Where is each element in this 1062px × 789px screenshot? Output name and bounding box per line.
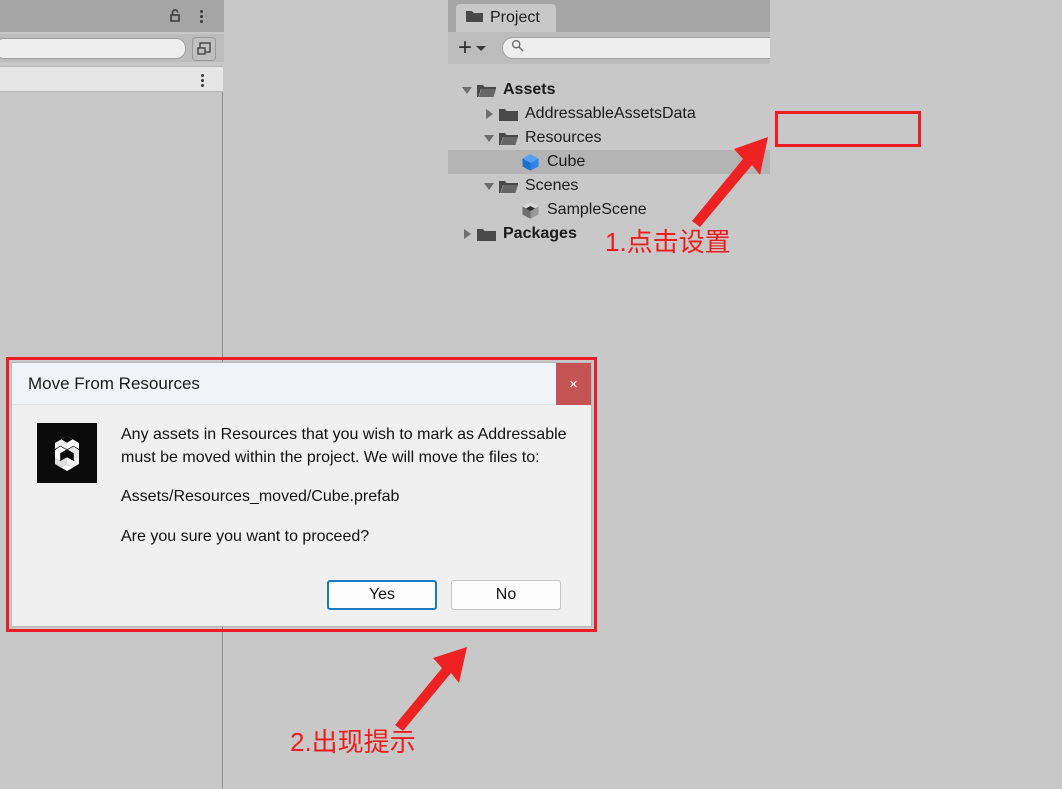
unity-editor-window: Project + Assets AddressableAssetsData R… [0, 0, 1062, 789]
dialog-paragraph-3: Are you sure you want to proceed? [121, 527, 370, 545]
folder-open-icon [499, 179, 518, 194]
project-search-input[interactable] [528, 38, 776, 58]
chevron-down-icon[interactable] [482, 179, 496, 193]
annotation-label-1: 1.点击设置 [605, 227, 731, 257]
annotation-label-2: 2.出现提示 [290, 727, 416, 757]
tab-project[interactable]: Project [456, 4, 556, 32]
folder-open-icon [499, 131, 518, 146]
left-panel-subbar [0, 66, 223, 92]
yes-button[interactable]: Yes [327, 580, 437, 610]
dialog-buttons: Yes No [12, 580, 591, 626]
unity-scene-icon [521, 201, 540, 220]
search-icon [511, 39, 524, 57]
dialog-title: Move From Resources [28, 373, 200, 393]
prefab-cube-icon [521, 153, 540, 172]
plus-icon: + [458, 34, 473, 61]
move-from-resources-dialog: Move From Resources × Any assets in Reso… [11, 362, 592, 627]
close-icon[interactable]: × [556, 363, 591, 405]
folder-icon [477, 227, 496, 242]
chevron-down-icon[interactable] [482, 131, 496, 145]
left-panel-search-input[interactable] [0, 38, 186, 59]
tree-row-label: Packages [503, 225, 577, 242]
tree-row-label: Assets [503, 81, 556, 98]
tree-row-label: Scenes [525, 177, 579, 194]
project-search-box[interactable] [502, 37, 781, 59]
tree-row-label: Resources [525, 129, 602, 146]
inspector-panel: Inspector Cube (Prefab Asset) [770, 0, 1062, 789]
tree-row-label: SampleScene [547, 201, 647, 218]
folder-open-icon [477, 83, 496, 98]
tree-row-label: Cube [547, 153, 586, 170]
project-add-button[interactable]: + [452, 34, 492, 61]
chevron-down-icon[interactable] [460, 83, 474, 97]
chevron-right-icon[interactable] [460, 227, 474, 241]
no-button[interactable]: No [451, 580, 561, 610]
tab-project-label: Project [490, 9, 540, 26]
unity-logo-icon [37, 423, 97, 483]
left-panel-menu-icon[interactable] [192, 7, 210, 25]
left-panel-subbar-menu-icon[interactable] [193, 71, 211, 89]
dialog-paragraph-1: Any assets in Resources that you wish to… [121, 426, 567, 467]
folder-icon [499, 107, 518, 122]
dialog-content: Any assets in Resources that you wish to… [12, 405, 591, 580]
chevron-down-icon [476, 39, 487, 57]
chevron-right-icon[interactable] [482, 107, 496, 121]
annotation-arrow-1 [692, 137, 768, 227]
left-panel-tabstrip [0, 0, 224, 32]
left-panel-save-search-icon[interactable] [192, 37, 216, 61]
tree-row-label: AddressableAssetsData [525, 105, 696, 122]
dialog-paragraph-2: Assets/Resources_moved/Cube.prefab [121, 488, 400, 506]
dialog-titlebar: Move From Resources × [12, 363, 591, 405]
folder-icon [466, 9, 483, 28]
dialog-text: Any assets in Resources that you wish to… [121, 423, 571, 580]
lock-icon[interactable] [166, 7, 184, 25]
